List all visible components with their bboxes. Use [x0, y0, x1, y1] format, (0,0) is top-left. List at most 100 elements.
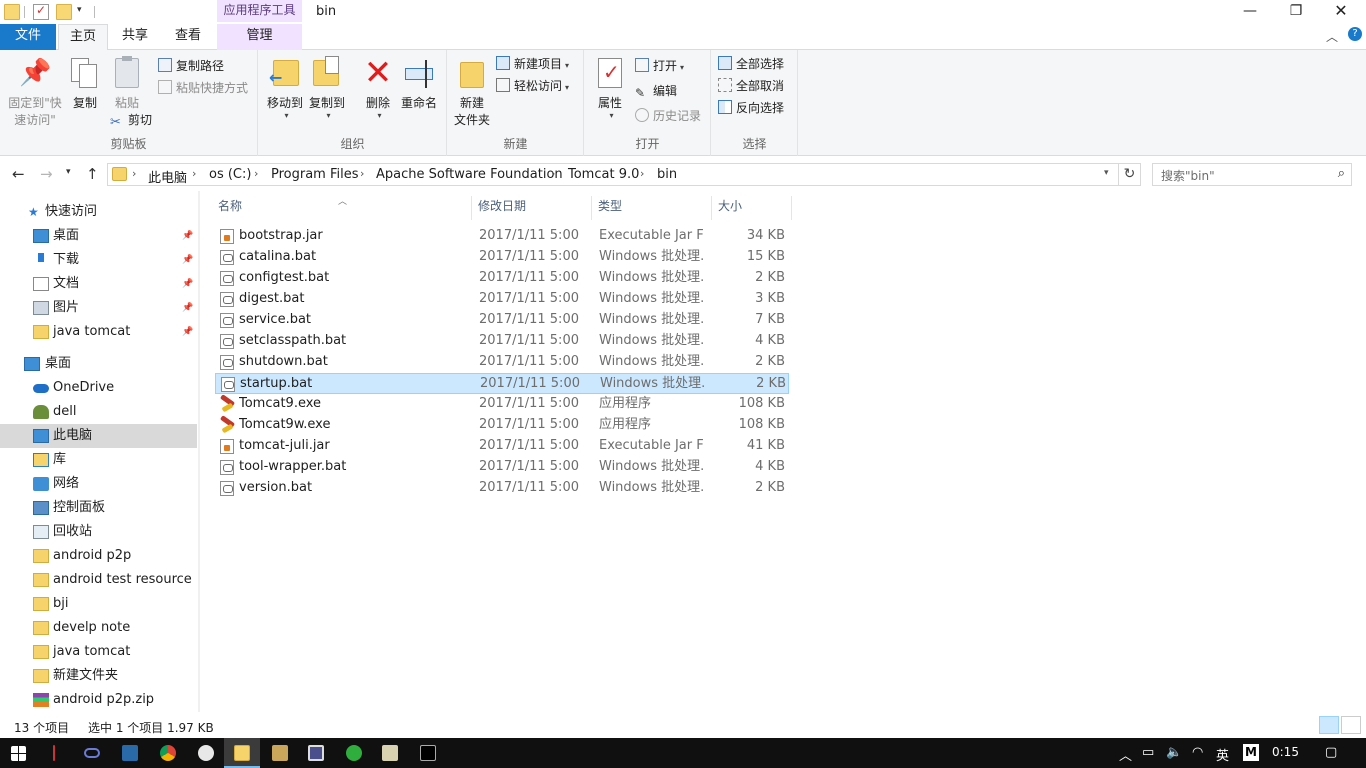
file-row[interactable]: bootstrap.jar 2017/1/11 5:00 Executable Ja…: [215, 226, 789, 247]
nav-quick-access[interactable]: ★ 快速访问: [0, 200, 197, 224]
column-header-name[interactable]: 名称 ︿: [214, 196, 472, 220]
show-hidden-icons-icon[interactable]: ︿: [1119, 745, 1132, 764]
search-icon[interactable]: ⌕: [1338, 166, 1345, 181]
nav-item[interactable]: 文档 📌: [0, 272, 197, 296]
new-folder-button[interactable]: 新建 文件夹: [452, 56, 492, 128]
file-row[interactable]: catalina.bat 2017/1/11 5:00 Windows 批处理...…: [215, 247, 789, 268]
nav-item[interactable]: java tomcat 📌: [0, 320, 197, 344]
breadcrumb-apache[interactable]: Apache Software Foundation: [376, 167, 563, 182]
properties-button[interactable]: ✓ 属性 ▾: [593, 56, 627, 120]
breadcrumb-bin[interactable]: bin: [657, 167, 677, 182]
browser-icon[interactable]: [188, 738, 224, 768]
tab-view[interactable]: 查看: [163, 24, 213, 50]
new-folder-icon[interactable]: [56, 4, 72, 20]
file-row[interactable]: setclasspath.bat 2017/1/11 5:00 Windows 批处…: [215, 331, 789, 352]
breadcrumb-this-pc[interactable]: 此电脑: [148, 167, 187, 186]
help-icon[interactable]: ?: [1348, 27, 1362, 41]
file-row[interactable]: Tomcat9w.exe 2017/1/11 5:00 应用程序 108 KB: [215, 415, 789, 436]
language-icon[interactable]: 英: [1216, 745, 1229, 764]
copy-button[interactable]: 复制: [68, 56, 102, 111]
nav-item[interactable]: 控制面板: [0, 496, 197, 520]
task-view-icon[interactable]: [74, 738, 110, 768]
pin-icon[interactable]: 📌: [182, 320, 193, 344]
tab-file[interactable]: 文件: [0, 24, 56, 50]
command-prompt-icon[interactable]: [410, 738, 446, 768]
vs-code-icon[interactable]: [112, 738, 148, 768]
nav-item[interactable]: 库: [0, 448, 197, 472]
move-to-button[interactable]: ← 移动到 ▾: [265, 56, 305, 120]
nav-item[interactable]: 桌面 📌: [0, 224, 197, 248]
properties-check-icon[interactable]: [33, 3, 49, 20]
up-arrow-icon[interactable]: ↑: [86, 165, 99, 183]
paste-button[interactable]: 粘贴: [110, 56, 144, 111]
new-item-button[interactable]: 新建项目 ▾: [496, 54, 569, 74]
paste-shortcut-button[interactable]: 粘贴快捷方式: [158, 78, 248, 98]
file-row[interactable]: version.bat 2017/1/11 5:00 Windows 批处理... 2…: [215, 478, 789, 499]
copy-path-button[interactable]: 复制路径: [158, 56, 224, 76]
nav-item[interactable]: 下载 📌: [0, 248, 197, 272]
minimize-icon[interactable]: —: [1227, 0, 1273, 24]
recent-locations-dropdown-icon[interactable]: ▾: [66, 167, 71, 177]
tab-share[interactable]: 共享: [110, 24, 160, 50]
pin-icon[interactable]: 📌: [182, 224, 193, 248]
column-header-date[interactable]: 修改日期: [474, 196, 592, 220]
chrome-icon[interactable]: [150, 738, 186, 768]
chevron-right-icon[interactable]: ›: [551, 167, 555, 180]
nav-item[interactable]: OneDrive: [0, 376, 197, 400]
tab-manage[interactable]: 管理: [217, 24, 302, 50]
qat-dropdown-icon[interactable]: ▾: [77, 5, 82, 15]
address-history-dropdown-icon[interactable]: ▾: [1104, 168, 1109, 178]
chevron-right-icon[interactable]: ›: [192, 167, 196, 180]
nav-item[interactable]: 网络: [0, 472, 197, 496]
cut-button[interactable]: ✂ 剪切: [110, 110, 152, 130]
nav-scrollbar[interactable]: [198, 191, 199, 712]
restore-icon[interactable]: ❐: [1273, 0, 1319, 24]
file-row[interactable]: Tomcat9.exe 2017/1/11 5:00 应用程序 108 KB: [215, 394, 789, 415]
details-view-icon[interactable]: [1319, 716, 1339, 734]
chevron-right-icon[interactable]: ›: [132, 167, 136, 180]
green-app-icon[interactable]: [336, 738, 372, 768]
file-row[interactable]: tool-wrapper.bat 2017/1/11 5:00 Windows 批处…: [215, 457, 789, 478]
invert-selection-button[interactable]: 反向选择: [718, 98, 784, 118]
forward-arrow-icon[interactable]: →: [40, 165, 53, 183]
collapse-ribbon-icon[interactable]: ︿: [1326, 28, 1338, 45]
nav-item[interactable]: 图片 📌: [0, 296, 197, 320]
wifi-icon[interactable]: ◠: [1192, 745, 1203, 760]
file-row[interactable]: digest.bat 2017/1/11 5:00 Windows 批处理... 3 …: [215, 289, 789, 310]
volume-icon[interactable]: 🔈: [1166, 745, 1182, 760]
pin-icon[interactable]: 📌: [182, 272, 193, 296]
pin-icon[interactable]: 📌: [182, 248, 193, 272]
nav-item[interactable]: java tomcat: [0, 640, 197, 664]
file-explorer-icon[interactable]: [224, 738, 260, 768]
file-row[interactable]: startup.bat 2017/1/11 5:00 Windows 批处理... 2…: [215, 373, 789, 394]
clock[interactable]: 0:15: [1272, 745, 1299, 759]
nav-item[interactable]: android p2p.zip: [0, 688, 197, 712]
nav-item[interactable]: bji: [0, 592, 197, 616]
history-button[interactable]: 历史记录: [635, 106, 701, 126]
chevron-right-icon[interactable]: ›: [640, 167, 644, 180]
close-icon[interactable]: ✕: [1318, 0, 1364, 24]
nav-item[interactable]: 新建文件夹: [0, 664, 197, 688]
easy-access-button[interactable]: 轻松访问 ▾: [496, 76, 569, 96]
nav-item[interactable]: android test resource: [0, 568, 197, 592]
tab-home[interactable]: 主页: [58, 24, 108, 51]
open-button[interactable]: 打开 ▾: [635, 56, 684, 76]
rename-button[interactable]: 重命名: [399, 56, 439, 111]
address-bar[interactable]: › 此电脑 › os (C:) › Program Files › Apache…: [107, 163, 1119, 186]
chevron-right-icon[interactable]: ›: [254, 167, 258, 180]
column-header-type[interactable]: 类型: [594, 196, 712, 220]
chevron-right-icon[interactable]: ›: [360, 167, 364, 180]
ime-icon[interactable]: M: [1243, 744, 1259, 761]
column-header-size[interactable]: 大小: [714, 196, 792, 220]
edit-button[interactable]: ✎ 编辑: [635, 81, 677, 101]
nav-item[interactable]: dell: [0, 400, 197, 424]
pin-quick-access-button[interactable]: 📌 固定到"快 速访问": [4, 56, 66, 128]
nav-item[interactable]: 回收站: [0, 520, 197, 544]
breadcrumb-os-c[interactable]: os (C:): [209, 167, 251, 182]
windows-start-icon[interactable]: [0, 738, 36, 768]
breadcrumb-program-files[interactable]: Program Files: [271, 167, 359, 182]
breadcrumb-tomcat[interactable]: Tomcat 9.0: [568, 167, 639, 182]
media-app-icon[interactable]: [262, 738, 298, 768]
search-taskbar-icon[interactable]: [36, 738, 72, 768]
large-icons-view-icon[interactable]: [1341, 716, 1361, 734]
